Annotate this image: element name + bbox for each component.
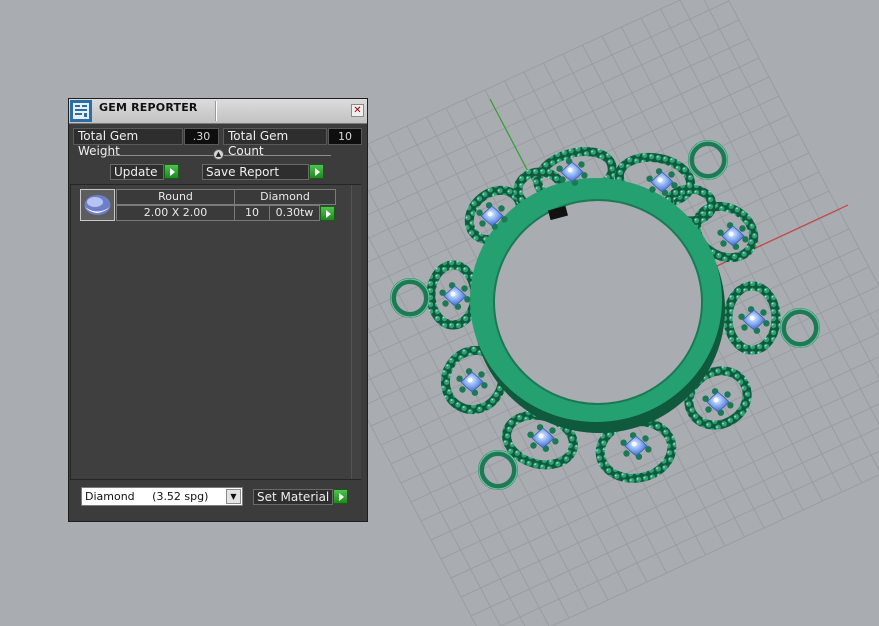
gem-prong <box>642 435 649 442</box>
update-play-arrow-icon[interactable] <box>164 164 179 179</box>
gem-prong <box>739 225 746 232</box>
gem-highlight <box>487 211 493 217</box>
gem-prong <box>549 427 556 434</box>
total-gem-count-label: Total Gem Count <box>223 128 327 158</box>
update-button[interactable]: Update <box>110 164 164 180</box>
gem-prong <box>760 309 767 316</box>
gem-thumbnail-icon <box>80 189 115 221</box>
gem-highlight <box>728 231 734 237</box>
gem-shape-cell[interactable]: Round <box>116 189 235 205</box>
gem-prong <box>578 161 585 168</box>
gem-reporter-panel: GEM REPORTER ✕ Total Gem Weight .30 Tota… <box>68 98 368 522</box>
gem-count-cell[interactable]: 10 <box>234 205 270 221</box>
gem-prong <box>479 220 486 227</box>
total-gem-count-value: 10 <box>328 128 362 145</box>
close-icon[interactable]: ✕ <box>351 104 364 117</box>
gem-list[interactable]: Round Diamond 2.00 X 2.00 10 0.30tw <box>70 184 361 480</box>
gem-stone <box>527 424 559 452</box>
material-select-value: Diamond (3.52 spg) <box>85 490 209 503</box>
save-report-play-arrow-icon[interactable] <box>309 164 324 179</box>
gem-stone <box>738 306 770 334</box>
title-divider <box>215 101 217 121</box>
gem-highlight <box>631 441 637 447</box>
gem-highlight <box>538 433 544 439</box>
gem-reporter-app-icon <box>70 100 92 122</box>
gem-stone <box>620 432 652 460</box>
bezel-ring-inner <box>494 200 702 404</box>
gem-prong <box>530 442 537 449</box>
gem-highlight <box>657 177 663 183</box>
gem-prong <box>720 240 727 247</box>
gem-prong <box>649 186 656 193</box>
gem-prong <box>741 324 748 331</box>
gem-prong <box>498 205 505 212</box>
gem-row-play-arrow-icon[interactable] <box>320 206 335 221</box>
gem-prong <box>442 300 449 307</box>
gem-highlight <box>749 315 755 321</box>
gem-material-cell[interactable]: Diamond <box>234 189 336 205</box>
gem-prong <box>623 450 630 457</box>
set-material-button[interactable]: Set Material <box>253 489 333 505</box>
gem-stone <box>702 388 734 416</box>
gem-prong <box>559 176 566 183</box>
chevron-down-icon[interactable]: ▼ <box>226 489 241 504</box>
gem-prong <box>461 285 468 292</box>
gem-prong <box>478 371 485 378</box>
gem-prong <box>705 406 712 413</box>
gem-highlight <box>450 291 456 297</box>
gem-highlight <box>713 397 719 403</box>
gem-highlight <box>567 167 573 173</box>
gem-stone <box>717 222 749 250</box>
gem-stone <box>439 282 471 310</box>
gem-prong <box>724 391 731 398</box>
gem-highlight <box>467 377 473 383</box>
total-gem-weight-value: .30 <box>184 128 219 145</box>
gem-size-cell[interactable]: 2.00 X 2.00 <box>116 205 235 221</box>
gem-prong <box>459 386 466 393</box>
panel-titlebar[interactable]: GEM REPORTER ✕ <box>69 99 367 124</box>
total-gem-weight-label: Total Gem Weight <box>73 128 183 158</box>
slider-knob-icon[interactable]: ▲ <box>213 149 224 160</box>
pendant-model[interactable] <box>390 140 820 490</box>
gem-prong <box>668 171 675 178</box>
panel-title: GEM REPORTER <box>99 101 198 114</box>
gem-stone <box>456 368 488 396</box>
set-material-play-arrow-icon[interactable] <box>333 489 348 504</box>
list-scrollbar[interactable] <box>351 185 361 479</box>
material-select[interactable]: Diamond (3.52 spg) ▼ <box>81 487 243 506</box>
save-report-button[interactable]: Save Report <box>202 164 309 180</box>
gem-weight-cell[interactable]: 0.30tw <box>269 205 320 221</box>
